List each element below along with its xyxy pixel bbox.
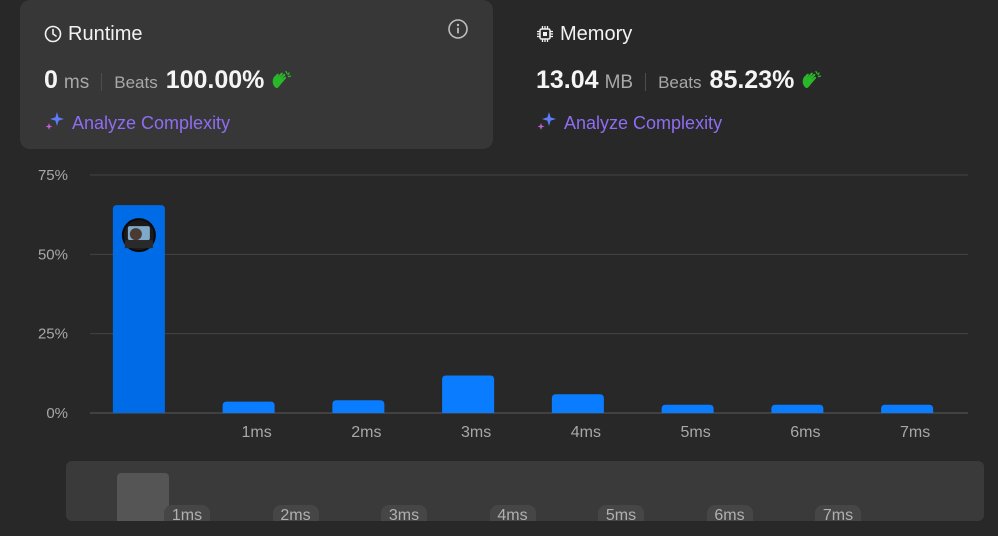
runtime-unit: ms <box>63 72 90 93</box>
x-tick-label: 2ms <box>351 424 381 441</box>
overview-tick-label: 1ms <box>164 505 210 521</box>
runtime-beats-label: Beats <box>114 73 158 92</box>
runtime-value: 0 <box>44 66 58 94</box>
chip-icon <box>536 25 554 43</box>
y-tick-label: 50% <box>38 246 68 263</box>
bar-4ms <box>551 394 604 413</box>
runtime-card: Runtime 0 ms Beats 100.00% Analyze Compl… <box>20 0 493 149</box>
avatar-shadow <box>124 240 153 249</box>
memory-stat-row: 13.04 MB Beats 85.23% <box>536 66 948 98</box>
memory-beats-label: Beats <box>658 73 702 92</box>
runtime-distribution-chart: 0% 25% 50% 75% 1ms 2ms 3ms 4ms 5ms 6ms 7ms <box>38 167 968 441</box>
bar-5ms <box>661 404 714 413</box>
y-tick-label: 25% <box>38 326 68 343</box>
x-tick-label: 5ms <box>681 424 711 441</box>
stat-divider <box>101 73 103 91</box>
bar-7ms <box>881 404 934 413</box>
x-tick-label: 7ms <box>900 424 930 441</box>
bar-2ms <box>332 400 385 413</box>
avatar-figure <box>129 228 142 241</box>
sparkle-icon <box>536 110 558 137</box>
sparkle-icon <box>44 110 66 137</box>
x-tick-label: 4ms <box>571 424 601 441</box>
runtime-stat-row: 0 ms Beats 100.00% <box>44 66 469 98</box>
stat-divider <box>645 73 647 91</box>
overview-tick-label: 5ms <box>598 505 644 521</box>
overview-selection-window[interactable] <box>117 473 169 521</box>
overview-tick-label: 3ms <box>381 505 427 521</box>
memory-analyze-complexity-link[interactable]: Analyze Complexity <box>536 110 948 137</box>
memory-unit: MB <box>604 72 634 93</box>
memory-analyze-complexity-text: Analyze Complexity <box>564 113 723 133</box>
clock-icon <box>44 25 62 43</box>
overview-tick-label: 2ms <box>272 505 319 521</box>
memory-value: 13.04 <box>536 66 599 94</box>
y-tick-label: 75% <box>38 167 68 184</box>
runtime-beats-value: 100.00% <box>165 66 265 94</box>
overview-tick-label: 4ms <box>489 505 536 521</box>
runtime-analyze-complexity-text: Analyze Complexity <box>72 113 231 133</box>
bar-1ms <box>222 401 275 413</box>
overview-tick-label: 7ms <box>815 505 861 521</box>
clapping-hands-icon <box>800 70 822 95</box>
clapping-hands-icon <box>270 70 292 95</box>
memory-title: Memory <box>536 20 948 48</box>
runtime-title: Runtime <box>44 20 469 48</box>
info-icon[interactable] <box>447 18 469 40</box>
y-tick-label: 0% <box>46 405 68 422</box>
bar-3ms <box>442 375 495 413</box>
bar-6ms <box>771 404 824 413</box>
memory-title-text: Memory <box>560 22 633 45</box>
overview-tick-label: 6ms <box>706 505 753 521</box>
chart-range-overview[interactable]: 1ms 2ms 3ms 4ms 5ms 6ms 7ms <box>66 461 984 521</box>
x-tick-label: 1ms <box>242 424 272 441</box>
x-tick-label: 3ms <box>461 424 491 441</box>
x-tick-label: 6ms <box>790 424 820 441</box>
memory-beats-value: 85.23% <box>709 66 795 94</box>
memory-card[interactable]: Memory 13.04 MB Beats 85.23% Analyze Com… <box>512 0 972 149</box>
runtime-title-text: Runtime <box>68 22 143 45</box>
runtime-analyze-complexity-link[interactable]: Analyze Complexity <box>44 110 469 137</box>
